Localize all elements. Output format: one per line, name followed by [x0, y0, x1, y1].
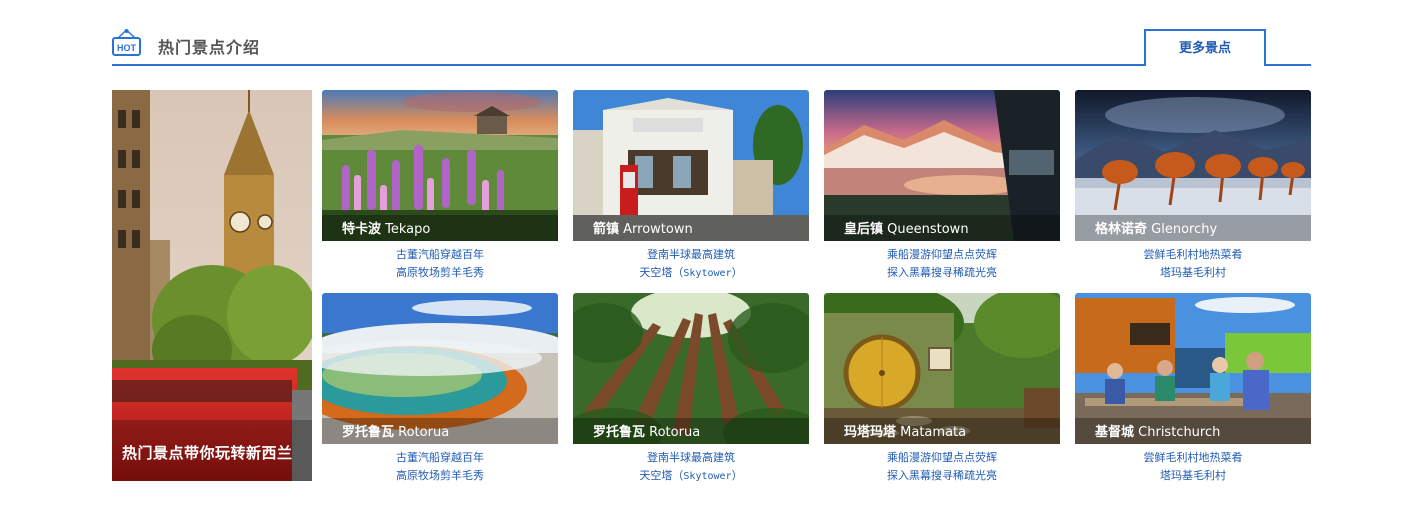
attraction-card[interactable]: 玛塔玛塔 Matamata 乘船漫游仰望点点荧辉 探入黑幕搜寻稀疏光亮	[824, 293, 1060, 485]
attraction-desc[interactable]: 登南半球最高建筑 天空塔（Skytower）	[573, 246, 809, 283]
attraction-card[interactable]: 罗托鲁瓦 Rotorua 登南半球最高建筑 天空塔（Skytower）	[573, 293, 809, 486]
hot-attractions-section: HOT 热门景点介绍 更多景点 热门景点带你玩转新西兰 特卡波 Tekapo 古…	[112, 0, 1311, 514]
attraction-card[interactable]: 箭镇 Arrowtown 登南半球最高建筑 天空塔（Skytower）	[573, 90, 809, 283]
attraction-card[interactable]: 皇后镇 Queenstown 乘船漫游仰望点点荧辉 探入黑幕搜寻稀疏光亮	[824, 90, 1060, 282]
attraction-photo: 皇后镇 Queenstown	[824, 90, 1060, 241]
attraction-caption: 箭镇 Arrowtown	[593, 222, 693, 237]
attraction-desc[interactable]: 登南半球最高建筑 天空塔（Skytower）	[573, 449, 809, 486]
attraction-caption: 格林诺奇 Glenorchy	[1095, 222, 1218, 237]
attraction-caption: 特卡波 Tekapo	[342, 222, 431, 237]
attraction-caption: 罗托鲁瓦 Rotorua	[342, 425, 450, 440]
attraction-desc[interactable]: 尝鲜毛利村地热菜肴 塔玛基毛利村	[1075, 449, 1311, 485]
attraction-desc[interactable]: 乘船漫游仰望点点荧辉 探入黑幕搜寻稀疏光亮	[824, 449, 1060, 485]
attraction-photo: 罗托鲁瓦 Rotorua	[573, 293, 809, 444]
big-ben-photo	[112, 90, 312, 481]
attraction-photo: 基督城 Christchurch	[1075, 293, 1311, 444]
attraction-photo: 格林诺奇 Glenorchy	[1075, 90, 1311, 241]
attraction-photo: 玛塔玛塔 Matamata	[824, 293, 1060, 444]
feature-caption: 热门景点带你玩转新西兰	[122, 444, 293, 462]
attraction-caption: 玛塔玛塔 Matamata	[844, 425, 967, 440]
section-header: HOT 热门景点介绍 更多景点	[112, 28, 1311, 66]
svg-text:HOT: HOT	[117, 43, 137, 53]
attraction-caption: 罗托鲁瓦 Rotorua	[593, 425, 701, 440]
attraction-photo: 罗托鲁瓦 Rotorua	[322, 293, 558, 444]
attraction-desc[interactable]: 尝鲜毛利村地热菜肴 塔玛基毛利村	[1075, 246, 1311, 282]
header-divider	[112, 64, 1311, 66]
attraction-desc[interactable]: 古董汽船穿越百年 高原牧场剪羊毛秀	[322, 246, 558, 282]
attraction-card[interactable]: 格林诺奇 Glenorchy 尝鲜毛利村地热菜肴 塔玛基毛利村	[1075, 90, 1311, 282]
attraction-photo: 特卡波 Tekapo	[322, 90, 558, 241]
more-attractions-tab[interactable]: 更多景点	[1144, 29, 1266, 66]
attraction-caption: 基督城 Christchurch	[1095, 425, 1221, 440]
tab-underline-gap	[1146, 64, 1264, 66]
hot-sign-icon: HOT	[112, 29, 141, 56]
attraction-photo: 箭镇 Arrowtown	[573, 90, 809, 241]
feature-banner[interactable]: 热门景点带你玩转新西兰	[112, 90, 312, 481]
section-title: 热门景点介绍	[158, 38, 261, 57]
attraction-desc[interactable]: 古董汽船穿越百年 高原牧场剪羊毛秀	[322, 449, 558, 485]
attraction-card[interactable]: 特卡波 Tekapo 古董汽船穿越百年 高原牧场剪羊毛秀	[322, 90, 558, 282]
attraction-desc[interactable]: 乘船漫游仰望点点荧辉 探入黑幕搜寻稀疏光亮	[824, 246, 1060, 282]
attraction-card[interactable]: 基督城 Christchurch 尝鲜毛利村地热菜肴 塔玛基毛利村	[1075, 293, 1311, 485]
attraction-card[interactable]: 罗托鲁瓦 Rotorua 古董汽船穿越百年 高原牧场剪羊毛秀	[322, 293, 558, 485]
attraction-caption: 皇后镇 Queenstown	[844, 222, 969, 237]
